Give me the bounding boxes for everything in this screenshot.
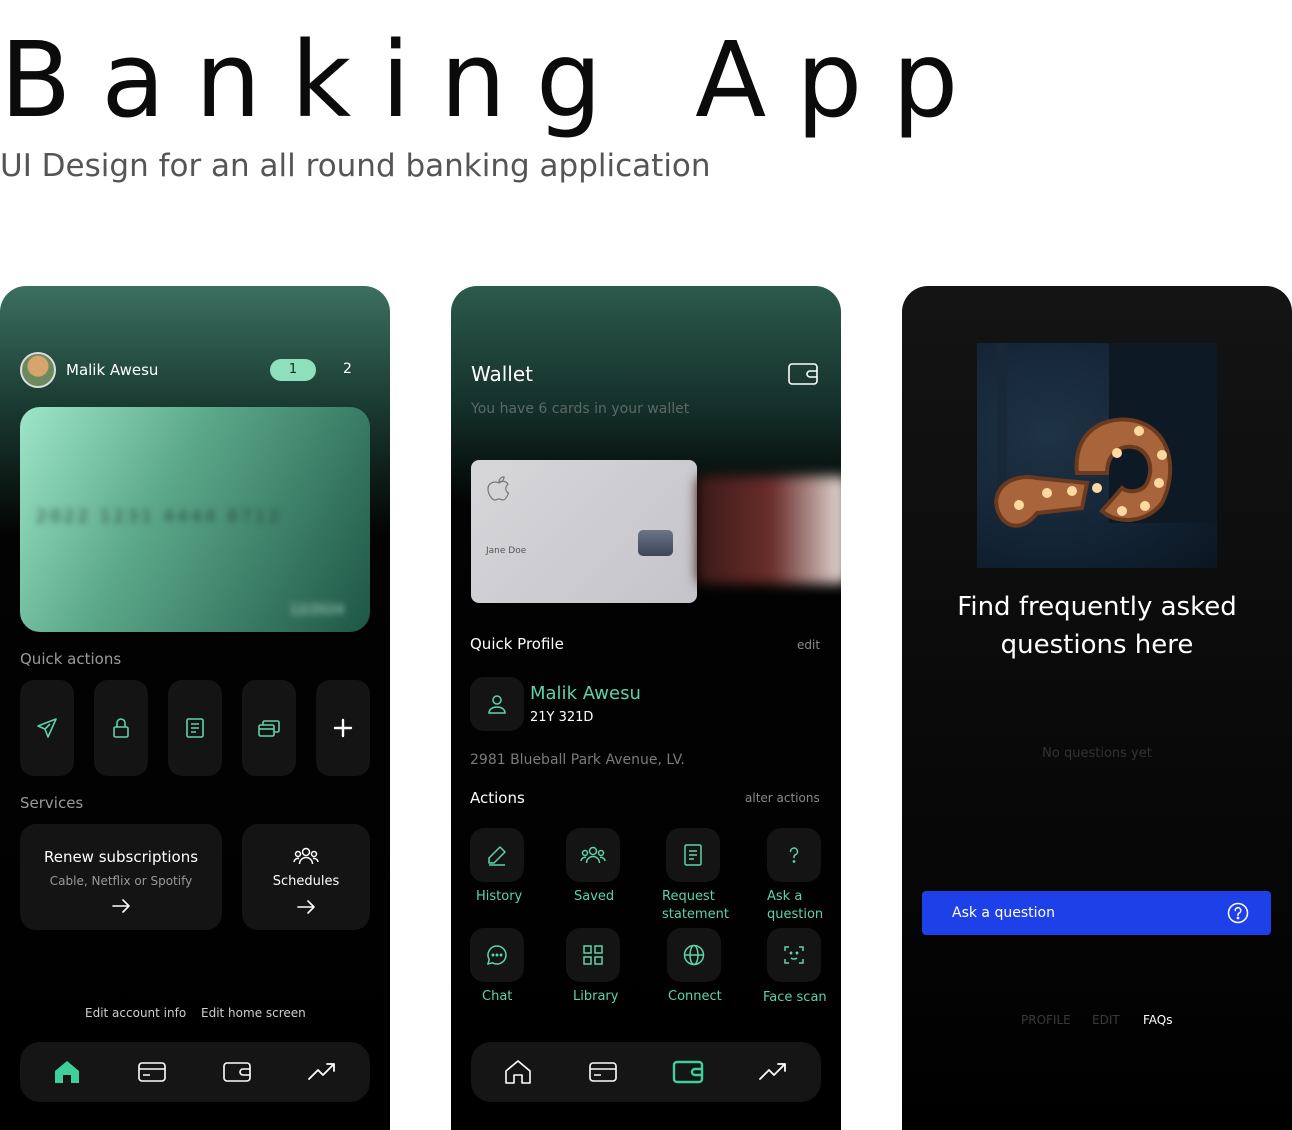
nav-home[interactable]: [50, 1058, 84, 1086]
services-label: Services: [20, 794, 84, 812]
schedules-card[interactable]: Schedules: [242, 824, 370, 930]
home-icon: [505, 1060, 531, 1084]
quick-profile-label: Quick Profile: [470, 635, 564, 653]
page-subtitle: UI Design for an all round banking appli…: [0, 148, 711, 184]
marquee-question-mark-icon: [994, 343, 1217, 528]
card-number: 2022 1231 4444 8712: [36, 507, 283, 527]
action-history[interactable]: History: [470, 828, 524, 906]
edit-account-link[interactable]: Edit account info: [85, 1006, 186, 1020]
renew-subscriptions-card[interactable]: Renew subscriptions Cable, Netflix or Sp…: [20, 824, 222, 930]
nav-home[interactable]: [501, 1058, 535, 1086]
nav-trend[interactable]: [756, 1058, 790, 1086]
ask-question-button[interactable]: Ask a question: [922, 891, 1271, 935]
page-indicator-next[interactable]: 2: [343, 361, 352, 377]
nav-wallet[interactable]: [671, 1058, 705, 1086]
wallet-icon: [672, 1060, 704, 1084]
statement-icon: [186, 718, 204, 738]
service-title: Renew subscriptions: [43, 848, 199, 866]
face-scan-icon: [784, 946, 804, 964]
wallet-button[interactable]: [787, 362, 819, 390]
nav-wallet[interactable]: [220, 1058, 254, 1086]
wallet-title: Wallet: [471, 362, 534, 386]
wallet-subtitle: You have 6 cards in your wallet: [471, 401, 690, 417]
tab-edit[interactable]: EDIT: [1092, 1013, 1120, 1027]
nav-trend[interactable]: [305, 1058, 339, 1086]
avatar[interactable]: [20, 352, 56, 388]
ask-question-label: Ask a question: [952, 905, 1055, 921]
send-icon: [37, 718, 57, 738]
grid-icon: [583, 945, 603, 965]
trend-icon: [759, 1063, 786, 1080]
add-action-button[interactable]: [316, 680, 370, 776]
page-title: Banking App: [0, 19, 989, 141]
card-icon: [138, 1062, 166, 1082]
alter-actions-link[interactable]: alter actions: [745, 791, 820, 805]
wallet-icon: [223, 1062, 251, 1082]
action-connect[interactable]: Connect: [667, 928, 722, 1006]
card-expiry: 12/2024: [289, 603, 344, 618]
tab-faqs[interactable]: FAQs: [1143, 1013, 1173, 1027]
action-face-scan[interactable]: Face scan: [763, 928, 827, 1007]
arrow-right-icon: [297, 900, 315, 914]
chat-icon: [486, 945, 507, 966]
bottom-nav: [20, 1042, 370, 1102]
edit-home-link[interactable]: Edit home screen: [201, 1006, 306, 1020]
statement-button[interactable]: [168, 680, 222, 776]
help-circle-icon: [1227, 902, 1249, 924]
action-ask-question[interactable]: Ask a question: [767, 828, 823, 924]
cards-button[interactable]: [242, 680, 296, 776]
user-icon: [488, 695, 506, 714]
action-request-statement[interactable]: Request statement: [662, 828, 729, 924]
pencil-icon: [488, 846, 506, 866]
plus-icon: [333, 718, 353, 738]
lock-button[interactable]: [94, 680, 148, 776]
home-icon: [55, 1061, 79, 1083]
card-icon: [589, 1062, 617, 1082]
apple-card[interactable]: Jane Doe: [471, 460, 697, 603]
home-screen: Malik Awesu 1 2 2022 1231 4444 8712 12/2…: [0, 286, 390, 1130]
service-subtitle: Cable, Netflix or Spotify: [49, 874, 193, 888]
profile-id: 21Y 321D: [530, 710, 594, 725]
profile-address: 2981 Blueball Park Avenue, LV.: [470, 752, 685, 768]
send-button[interactable]: [20, 680, 74, 776]
action-library[interactable]: Library: [566, 928, 620, 1006]
action-chat[interactable]: Chat: [470, 928, 524, 1006]
page-indicator-active[interactable]: 1: [270, 359, 316, 381]
wallet-icon: [788, 363, 818, 385]
profile-name: Malik Awesu: [530, 683, 641, 704]
users-icon: [580, 846, 606, 864]
question-icon: [789, 847, 799, 863]
card-holder: Jane Doe: [486, 546, 527, 556]
cards-icon: [258, 720, 280, 737]
bank-card[interactable]: 2022 1231 4444 8712 12/2024: [20, 407, 370, 632]
wallet-screen: Wallet You have 6 cards in your wallet J…: [451, 286, 841, 1130]
nav-card[interactable]: [135, 1058, 169, 1086]
lock-icon: [113, 718, 129, 738]
globe-icon: [683, 944, 705, 966]
empty-state-text: No questions yet: [1042, 746, 1152, 761]
document-icon: [684, 844, 702, 866]
faq-heading: Find frequently asked questions here: [957, 592, 1237, 660]
action-saved[interactable]: Saved: [566, 828, 620, 906]
nav-card[interactable]: [586, 1058, 620, 1086]
trend-icon: [308, 1063, 335, 1080]
question-mark-image: [977, 343, 1217, 568]
bottom-nav: [471, 1042, 821, 1102]
card-chip: [638, 530, 673, 556]
faq-screen: Find frequently asked questions here No …: [902, 286, 1292, 1130]
users-icon: [293, 847, 319, 865]
arrow-right-icon: [112, 899, 130, 913]
apple-logo-icon: [487, 476, 510, 501]
service-title: Schedules: [272, 874, 340, 889]
second-card-preview[interactable]: [697, 476, 841, 584]
profile-avatar-box: [470, 677, 524, 731]
quick-actions-label: Quick actions: [20, 650, 122, 668]
tab-profile[interactable]: PROFILE: [1021, 1013, 1071, 1027]
actions-label: Actions: [470, 789, 525, 807]
edit-profile-link[interactable]: edit: [797, 638, 820, 652]
username: Malik Awesu: [66, 361, 159, 379]
